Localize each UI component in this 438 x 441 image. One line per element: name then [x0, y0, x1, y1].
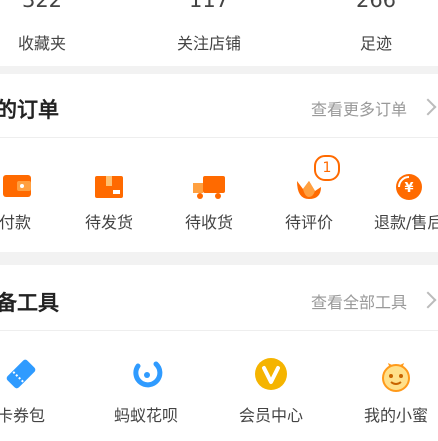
stat-favorites-value: 322 — [21, 0, 63, 12]
stat-footprints-label: 足迹 — [359, 34, 392, 53]
tool-assistant-label: 我的小蜜 — [363, 406, 428, 425]
tool-member-center[interactable]: 会员中心 — [216, 354, 326, 434]
tool-assistant[interactable]: 我的小蜜 — [341, 354, 438, 434]
stat-followed-shops-label: 关注店铺 — [176, 34, 241, 53]
orders-title: 的订单 — [0, 98, 59, 122]
orders-card: 的订单 查看更多订单 付款 待发货 待收货 1 待评价 ¥ 退款/售后 — [0, 74, 438, 252]
chevron-right-icon[interactable] — [419, 98, 437, 116]
order-to-ship[interactable]: 待发货 — [54, 167, 164, 247]
order-refund-label: 退款/售后 — [374, 213, 438, 232]
view-more-orders-link[interactable]: 查看更多订单 — [311, 96, 407, 120]
tools-card: 备工具 查看全部工具 卡券包 蚂蚁花呗 会员中心 我的小蜜 — [0, 265, 438, 441]
ticket-icon — [1, 354, 41, 394]
order-to-review-label: 待评价 — [284, 213, 333, 232]
stat-favorites-label: 收藏夹 — [17, 34, 66, 53]
divider — [0, 330, 438, 331]
refund-icon: ¥ — [389, 167, 429, 207]
tool-huabei-label: 蚂蚁花呗 — [113, 406, 178, 425]
order-refund[interactable]: ¥ 退款/售后 — [354, 167, 438, 247]
stat-followed-shops-value: 117 — [188, 0, 230, 12]
assistant-icon — [376, 354, 416, 394]
view-all-tools-link[interactable]: 查看全部工具 — [311, 289, 407, 313]
order-to-ship-label: 待发货 — [84, 213, 133, 232]
tools-title: 备工具 — [0, 291, 59, 315]
tool-coupon-wallet[interactable]: 卡券包 — [0, 354, 76, 434]
order-to-review[interactable]: 1 待评价 — [254, 155, 364, 247]
chevron-right-icon[interactable] — [419, 291, 437, 309]
package-icon — [89, 167, 129, 207]
huabei-icon — [126, 354, 166, 394]
vip-icon — [251, 354, 291, 394]
order-to-receive[interactable]: 待收货 — [154, 167, 264, 247]
stats-card: 322 收藏夹 117 关注店铺 266 足迹 — [0, 0, 438, 66]
tool-coupon-wallet-label: 卡券包 — [0, 406, 45, 425]
divider — [0, 137, 438, 138]
tool-huabei[interactable]: 蚂蚁花呗 — [91, 354, 201, 434]
stat-footprints-value: 266 — [355, 0, 397, 12]
wallet-icon — [0, 167, 35, 207]
review-badge-count: 1 — [322, 160, 332, 176]
truck-icon — [189, 167, 229, 207]
order-to-receive-label: 待收货 — [184, 213, 233, 232]
svg-text:¥: ¥ — [404, 181, 413, 196]
review-badge: 1 — [314, 155, 340, 181]
tool-member-center-label: 会员中心 — [238, 406, 303, 425]
